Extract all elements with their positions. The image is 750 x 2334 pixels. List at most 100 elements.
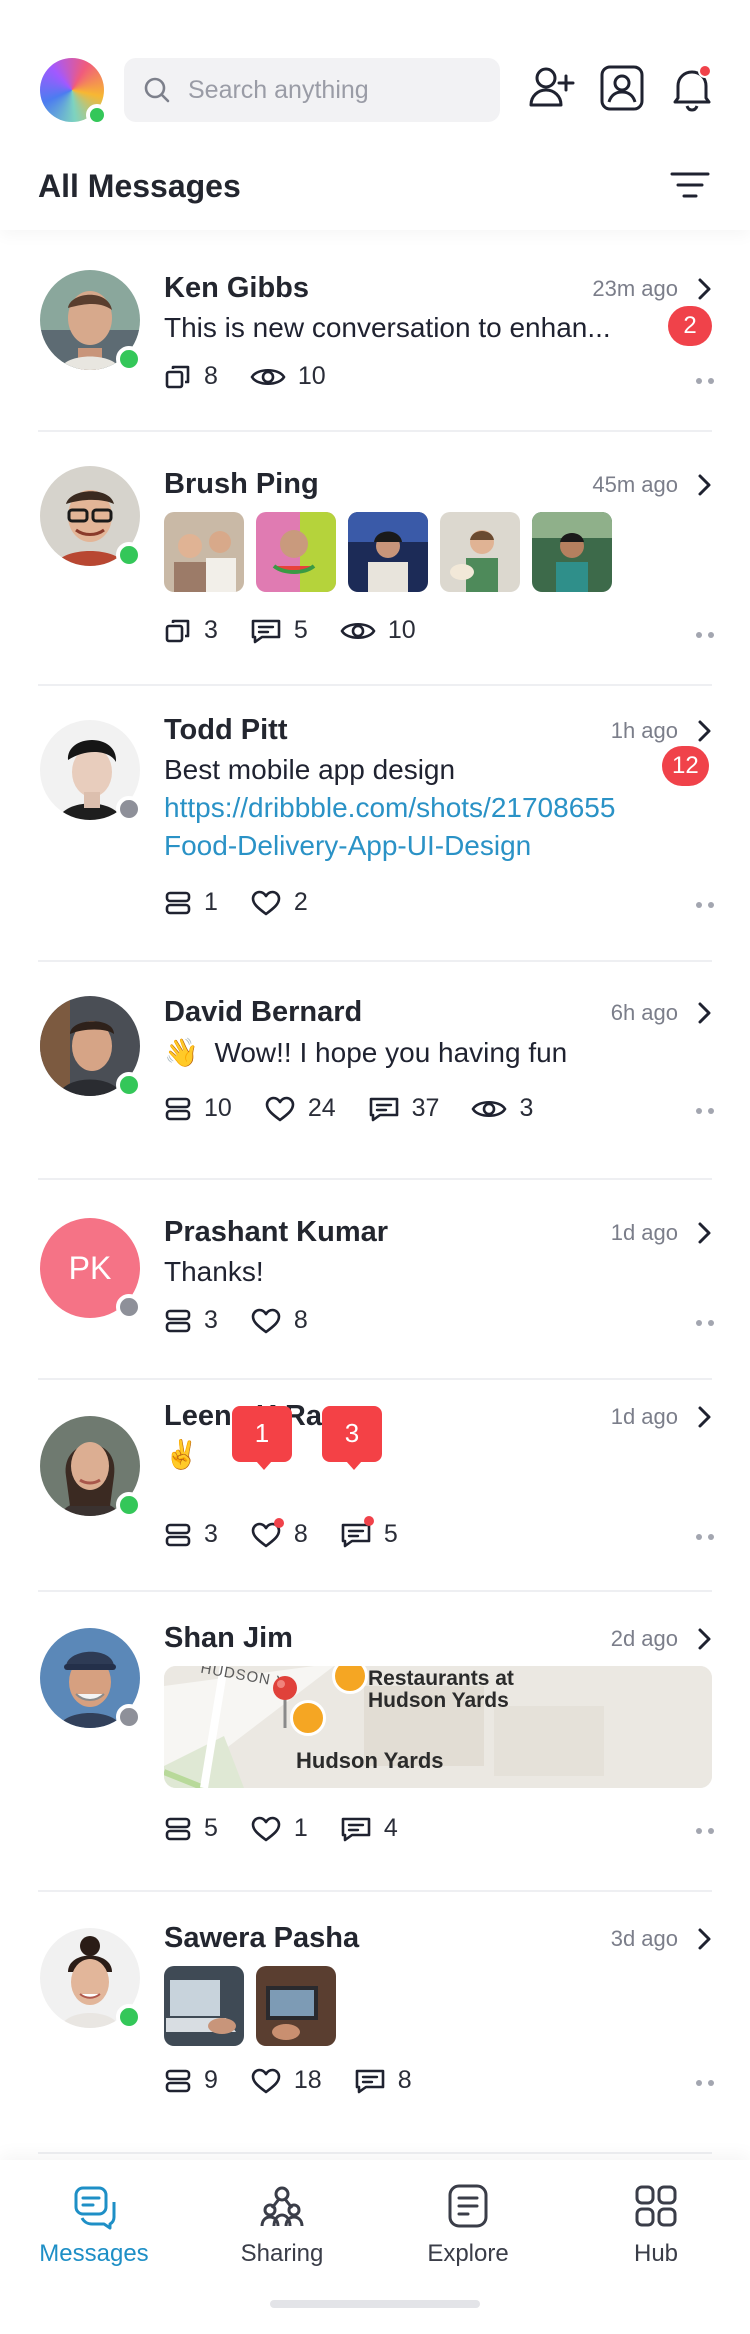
more-icon[interactable] — [690, 1534, 714, 1540]
chevron-right-icon[interactable] — [694, 1626, 714, 1652]
chevron-right-icon[interactable] — [694, 1926, 714, 1952]
heart-icon — [250, 1521, 294, 1549]
more-icon[interactable] — [690, 378, 714, 384]
message-link-continued[interactable]: Food-Delivery-App-UI-Design — [164, 830, 531, 862]
comment-icon — [340, 1815, 384, 1843]
offline-status-dot — [116, 1704, 142, 1730]
peace-emoji: ✌️ — [164, 1439, 199, 1470]
stack-count: 3 — [204, 1520, 218, 1548]
attachment-image[interactable] — [348, 512, 428, 592]
chevron-right-icon[interactable] — [694, 276, 714, 302]
eye-icon — [250, 363, 298, 391]
tab-hub[interactable]: Hub — [596, 2182, 716, 2268]
avatar — [40, 1628, 142, 1730]
message-item[interactable]: Ken Gibbs 23m ago This is new conversati… — [0, 230, 750, 430]
view-count: 10 — [387, 616, 416, 644]
restaurant-poi-icon — [290, 1700, 326, 1736]
add-user-icon[interactable] — [526, 62, 578, 114]
message-item[interactable]: Shan Jim 2d ago HUDSON YA Restaurants at… — [0, 1592, 750, 1890]
attachment-image[interactable] — [440, 512, 520, 592]
attachment-image[interactable] — [256, 1966, 336, 2046]
map-poi-line1: Restaurants at — [368, 1667, 514, 1690]
attachment-image[interactable] — [256, 512, 336, 592]
stack-icon — [164, 1095, 204, 1123]
heart-icon — [250, 1307, 294, 1335]
sender-name: Todd Pitt — [164, 714, 288, 746]
message-item[interactable]: Leena K Rao 1d ago ✌️ 1 3 3 8 5 — [0, 1380, 750, 1590]
tab-label: Messages — [39, 2240, 149, 2267]
online-status-dot — [116, 2004, 142, 2030]
bell-icon[interactable] — [666, 62, 718, 114]
more-icon[interactable] — [690, 632, 714, 638]
notification-dot — [698, 64, 712, 78]
avatar — [40, 720, 142, 822]
message-item[interactable]: Sawera Pasha 3d ago 9 18 8 — [0, 1892, 750, 2152]
message-item[interactable]: Brush Ping 45m ago 3 5 10 — [0, 432, 750, 684]
chevron-right-icon[interactable] — [694, 472, 714, 498]
online-status-dot — [116, 542, 142, 568]
tab-explore[interactable]: Explore — [408, 2182, 528, 2268]
stack-count: 3 — [204, 1306, 218, 1334]
message-item[interactable]: PK Prashant Kumar 1d ago Thanks! 3 8 — [0, 1180, 750, 1378]
like-count: 8 — [293, 1306, 308, 1334]
more-icon[interactable] — [690, 2080, 714, 2086]
avatar — [40, 466, 142, 568]
avatar — [40, 1928, 142, 2030]
message-stats: 10 24 37 3 — [164, 1094, 565, 1123]
profile-icon[interactable] — [596, 62, 648, 114]
tab-label: Sharing — [240, 2240, 324, 2267]
filter-icon[interactable] — [668, 166, 712, 206]
chevron-right-icon[interactable] — [694, 1404, 714, 1430]
home-indicator — [270, 2300, 480, 2308]
online-status-dot — [116, 346, 142, 372]
attachment-image[interactable] — [532, 512, 612, 592]
more-icon[interactable] — [690, 1108, 714, 1114]
copy-icon — [164, 363, 204, 391]
tab-sharing[interactable]: Sharing — [222, 2182, 342, 2268]
like-count: 8 — [293, 1520, 308, 1548]
stack-icon — [164, 1307, 204, 1335]
sender-name: Ken Gibbs — [164, 272, 310, 304]
comment-count: 37 — [411, 1094, 440, 1122]
message-item[interactable]: David Bernard 6h ago 👋 Wow!! I hope you … — [0, 962, 750, 1178]
more-icon[interactable] — [690, 902, 714, 908]
message-link[interactable]: https://dribbble.com/shots/21708655 — [164, 792, 615, 824]
comment-icon — [250, 617, 294, 645]
location-map[interactable]: HUDSON YA Restaurants at Hudson Yards Hud… — [164, 1666, 712, 1788]
eye-icon — [340, 617, 388, 645]
attachment-image[interactable] — [164, 1966, 244, 2046]
message-time: 2d ago — [610, 1626, 678, 1651]
chevron-right-icon[interactable] — [694, 1220, 714, 1246]
message-preview: Best mobile app design — [164, 754, 456, 785]
message-stats: 8 10 — [164, 362, 358, 391]
copy-count: 3 — [204, 616, 218, 644]
copy-icon — [164, 617, 204, 645]
comment-count: 4 — [383, 1814, 398, 1842]
sender-name: Shan Jim — [164, 1622, 293, 1654]
message-stats: 1 2 — [164, 888, 340, 917]
tab-messages[interactable]: Messages — [34, 2182, 154, 2268]
comment-count: 5 — [383, 1520, 398, 1548]
heart-icon — [250, 889, 294, 917]
message-time: 1h ago — [610, 718, 678, 743]
message-stats: 3 8 5 — [164, 1516, 430, 1549]
attachment-image[interactable] — [164, 512, 244, 592]
unread-badge: 2 — [668, 306, 712, 346]
unread-badge: 12 — [662, 746, 709, 786]
message-item[interactable]: Todd Pitt 1h ago Best mobile app design … — [0, 686, 750, 960]
sender-name: David Bernard — [164, 996, 363, 1028]
chevron-right-icon[interactable] — [694, 718, 714, 744]
search-input[interactable]: Search anything — [124, 58, 500, 122]
sender-name: Brush Ping — [164, 468, 319, 500]
chevron-right-icon[interactable] — [694, 1000, 714, 1026]
avatar: PK — [40, 1218, 142, 1320]
wave-emoji: 👋 — [164, 1037, 199, 1068]
messages-icon — [34, 2182, 154, 2230]
more-icon[interactable] — [690, 1828, 714, 1834]
eye-icon — [471, 1095, 519, 1123]
more-icon[interactable] — [690, 1320, 714, 1326]
sharing-icon — [222, 2182, 342, 2230]
avatar — [40, 996, 142, 1098]
message-stats: 3 5 10 — [164, 616, 448, 645]
my-avatar[interactable] — [40, 58, 108, 126]
